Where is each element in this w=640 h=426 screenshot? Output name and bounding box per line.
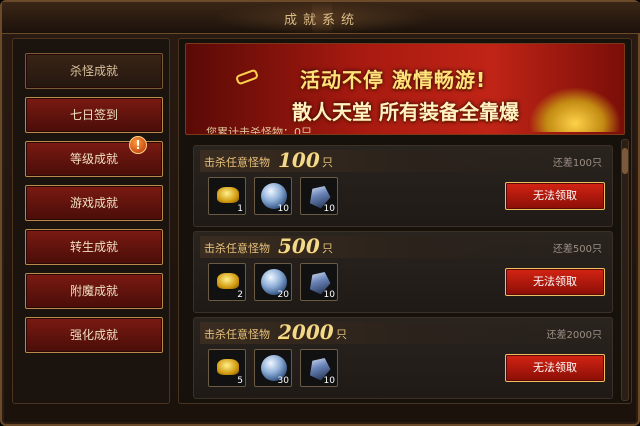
sidebar-item-label: 游戏成就 [69,196,118,210]
reward-count: 5 [237,376,243,386]
reward-count: 1 [237,204,243,214]
banner-headline: 活动不停 激情畅游! [300,68,487,92]
card-target: 500 [278,234,320,258]
card-target: 100 [278,148,320,172]
card-unit: 只 [336,328,347,341]
claim-button[interactable]: 无法领取 [505,182,605,210]
kill-count-text: 您累计击杀怪物：0只 [206,126,312,135]
reward-count: 30 [277,376,289,386]
sidebar-item-kill-monster[interactable]: 杀怪成就 [25,53,163,89]
gold-ingot-icon [217,359,239,375]
sidebar-item-label: 等级成就 [69,152,118,166]
card-label: 击杀任意怪物 [204,242,270,255]
reward-slot[interactable]: 10 [254,177,292,215]
card-unit: 只 [322,242,333,255]
key-icon [234,68,260,86]
reward-slot[interactable]: 30 [254,349,292,387]
sidebar-item-label: 杀怪成就 [69,64,118,78]
reward-slot[interactable]: 10 [300,177,338,215]
sidebar-item-enchant[interactable]: 附魔成就 [25,273,163,309]
reward-count: 10 [277,204,289,214]
achievement-card: 击杀任意怪物 100 只 还差100只 1 10 10 无法领取 [193,145,613,227]
card-target: 2000 [278,320,334,344]
card-remaining: 还差100只 [552,158,602,169]
sidebar-item-seven-day-checkin[interactable]: 七日签到 [25,97,163,133]
sidebar-item-enhance[interactable]: 强化成就 [25,317,163,353]
gold-pile-icon [530,88,620,132]
banner-subline: 散人天堂 所有装备全靠爆 [292,100,519,124]
reward-slot[interactable]: 10 [300,349,338,387]
reward-count: 20 [277,290,289,300]
sidebar-item-label: 强化成就 [69,328,118,342]
card-remaining: 还差500只 [552,244,602,255]
reward-count: 10 [323,376,335,386]
reward-count: 2 [237,290,243,300]
reward-slot[interactable]: 10 [300,263,338,301]
title-bar: 成就系统 [2,2,640,34]
scrollbar[interactable] [621,139,629,401]
reward-count: 10 [323,204,335,214]
category-sidebar: 杀怪成就 七日签到 等级成就 游戏成就 转生成就 附魔成就 强化成就 [12,38,170,404]
card-remaining: 还差2000只 [546,330,602,341]
reward-slot[interactable]: 2 [208,263,246,301]
gold-ingot-icon [217,273,239,289]
alert-badge-icon: ! [129,136,147,154]
achievement-card: 击杀任意怪物 2000 只 还差2000只 5 30 10 无法领取 [193,317,613,399]
sidebar-item-label: 七日签到 [69,108,118,122]
reward-slot[interactable]: 20 [254,263,292,301]
scrollbar-thumb[interactable] [622,148,628,174]
achievement-window: 成就系统 杀怪成就 七日签到 等级成就 游戏成就 转生成就 附魔成就 强化成就 … [0,0,640,426]
window-title: 成就系统 [283,13,360,28]
card-label: 击杀任意怪物 [204,328,270,341]
sidebar-item-game[interactable]: 游戏成就 [25,185,163,221]
reward-slot[interactable]: 5 [208,349,246,387]
card-label: 击杀任意怪物 [204,156,270,169]
claim-button[interactable]: 无法领取 [505,268,605,296]
event-banner: 活动不停 激情畅游! 散人天堂 所有装备全靠爆 您累计击杀怪物：0只 [185,43,625,135]
sidebar-item-rebirth[interactable]: 转生成就 [25,229,163,265]
sidebar-item-label: 附魔成就 [69,284,118,298]
gold-ingot-icon [217,187,239,203]
reward-count: 10 [323,290,335,300]
achievement-panel: 活动不停 激情畅游! 散人天堂 所有装备全靠爆 您累计击杀怪物：0只 击杀任意怪… [178,38,632,404]
achievement-card: 击杀任意怪物 500 只 还差500只 2 20 10 无法领取 [193,231,613,313]
reward-slot[interactable]: 1 [208,177,246,215]
card-unit: 只 [322,156,333,169]
claim-button[interactable]: 无法领取 [505,354,605,382]
sidebar-item-label: 转生成就 [69,240,118,254]
